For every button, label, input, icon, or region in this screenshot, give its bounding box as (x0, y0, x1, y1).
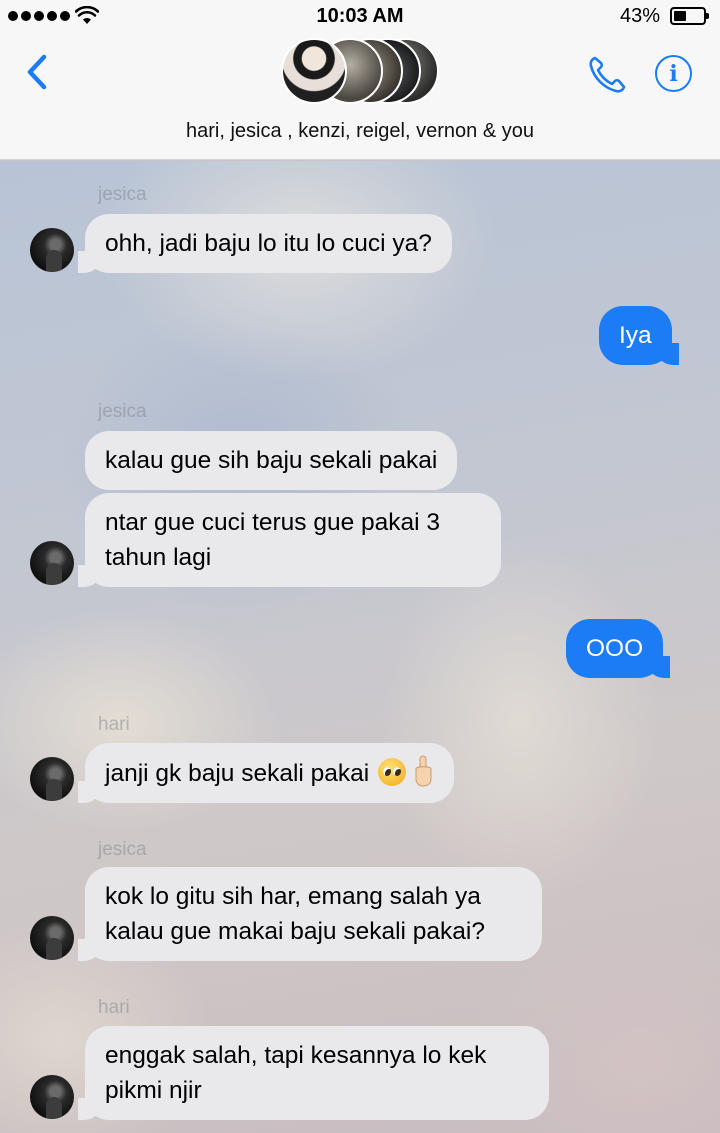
sender-avatar (30, 541, 74, 585)
battery-percentage: 43% (619, 5, 660, 27)
sender-avatar (30, 757, 74, 801)
phone-icon[interactable] (586, 54, 628, 96)
message-bubble[interactable]: Iya (599, 306, 679, 365)
message-bubble[interactable]: enggak salah, tapi kesannya lo kek pikmi… (78, 1026, 549, 1120)
message-list[interactable]: jesica ohh, jadi baju lo itu lo cuci ya?… (0, 161, 720, 1133)
sender-name: jesica (98, 184, 147, 205)
sender-name: jesica (98, 839, 147, 860)
sender-name: jesica (98, 401, 147, 422)
participants-label[interactable]: hari, jesica , kenzi, reigel, vernon & y… (0, 120, 720, 143)
sender-name: hari (98, 997, 130, 1018)
sender-avatar (30, 228, 74, 272)
battery-level (674, 11, 687, 21)
sender-avatar (30, 916, 74, 960)
member-avatar (281, 38, 347, 104)
battery-icon (670, 7, 709, 25)
chat-header: 10:03 AM 43% i hari, jesica , kenzi, rei… (0, 0, 720, 160)
message-text: janji gk baju sekali pakai (105, 760, 370, 787)
clock: 10:03 AM (316, 5, 404, 27)
sender-name: hari (98, 714, 130, 735)
index-up-emoji (415, 755, 432, 787)
pleading-face-emoji (378, 758, 407, 786)
chevron-left-icon[interactable] (22, 52, 52, 92)
group-avatar-stack[interactable] (281, 38, 441, 108)
message-bubble[interactable]: OOO (566, 619, 671, 678)
info-button[interactable]: i (655, 55, 692, 92)
message-bubble[interactable]: kalau gue sih baju sekali pakai (85, 431, 458, 490)
status-bar: 10:03 AM 43% (0, 0, 720, 36)
message-bubble[interactable]: ohh, jadi baju lo itu lo cuci ya? (78, 214, 452, 273)
sender-avatar (30, 1075, 74, 1119)
message-bubble[interactable]: ntar gue cuci terus gue pakai 3 tahun la… (78, 493, 501, 587)
message-bubble[interactable]: janji gk baju sekali pakai (77, 743, 455, 803)
message-bubble[interactable]: kok lo gitu sih har, emang salah ya kala… (78, 867, 542, 961)
